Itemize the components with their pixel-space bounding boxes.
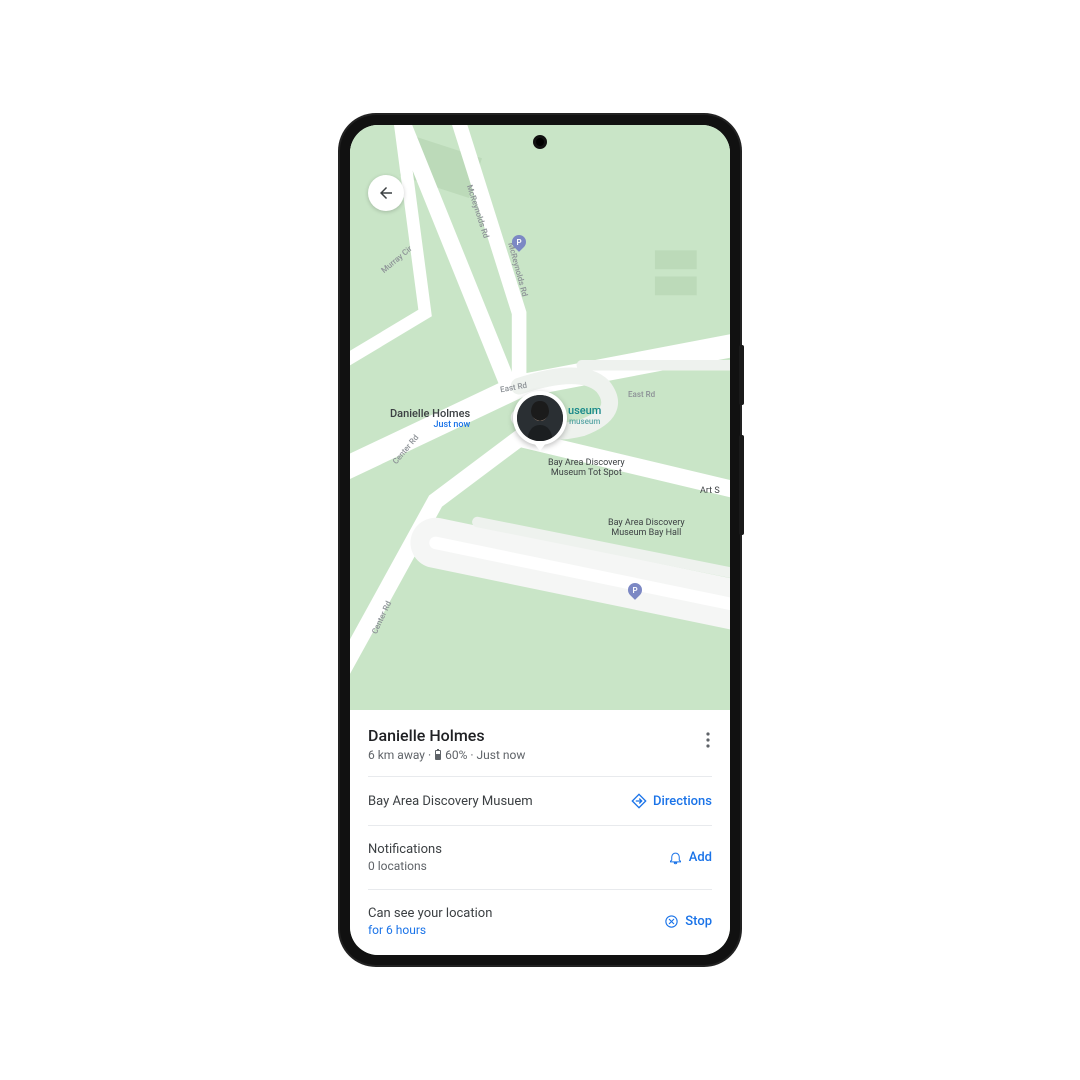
map-pin-name: Danielle Holmes (390, 407, 470, 420)
poi-museum-main: useum museum (568, 405, 601, 428)
person-name: Danielle Holmes (368, 726, 525, 745)
notifications-sub: 0 locations (368, 859, 442, 873)
sharing-title: Can see your location (368, 906, 492, 921)
more-options-button[interactable] (704, 726, 712, 758)
phone-frame: McReynolds Rd McReynolds Rd Murray Cir C… (340, 115, 740, 965)
add-notification-button[interactable]: Add (668, 850, 712, 865)
back-button[interactable] (368, 175, 404, 211)
poi-bay-hall: Bay Area DiscoveryMuseum Bay Hall (608, 519, 685, 539)
distance-text: 6 km away (368, 748, 425, 762)
directions-icon (631, 793, 647, 809)
bottom-sheet: Danielle Holmes 6 km away · 60% · Just n… (350, 710, 730, 955)
battery-text: 60% (445, 748, 467, 762)
updated-text: Just now (477, 748, 526, 762)
person-status-line: 6 km away · 60% · Just now (368, 748, 525, 762)
screen: McReynolds Rd McReynolds Rd Murray Cir C… (350, 125, 730, 955)
avatar-pin[interactable] (513, 391, 567, 445)
notifications-title: Notifications (368, 842, 442, 857)
camera-punch-hole (533, 135, 547, 149)
poi-art: Art S (700, 487, 720, 497)
road-label-east: East Rd (628, 390, 655, 399)
bell-add-icon (668, 850, 683, 865)
directions-button[interactable]: Directions (631, 793, 712, 809)
phone-volume-button (739, 435, 744, 535)
current-place: Bay Area Discovery Musuem (368, 794, 533, 809)
map-area[interactable]: McReynolds Rd McReynolds Rd Murray Cir C… (350, 125, 730, 710)
stop-sharing-button[interactable]: Stop (664, 914, 712, 929)
arrow-left-icon (377, 184, 395, 202)
avatar-image (517, 395, 563, 441)
map-pin-time: Just now (390, 420, 470, 430)
row-location: Bay Area Discovery Musuem Directions (368, 776, 712, 825)
row-sharing: Can see your location for 6 hours Stop (368, 889, 712, 955)
map-pin-label: Danielle Holmes Just now (390, 407, 470, 430)
battery-icon (435, 750, 441, 760)
poi-tot-spot: Bay Area DiscoveryMuseum Tot Spot (548, 459, 625, 479)
sharing-duration[interactable]: for 6 hours (368, 923, 492, 937)
stop-circle-icon (664, 914, 679, 929)
row-notifications: Notifications 0 locations Add (368, 825, 712, 889)
sheet-header: Danielle Holmes 6 km away · 60% · Just n… (368, 710, 712, 776)
more-vertical-icon (706, 732, 710, 748)
phone-side-button (739, 345, 744, 405)
